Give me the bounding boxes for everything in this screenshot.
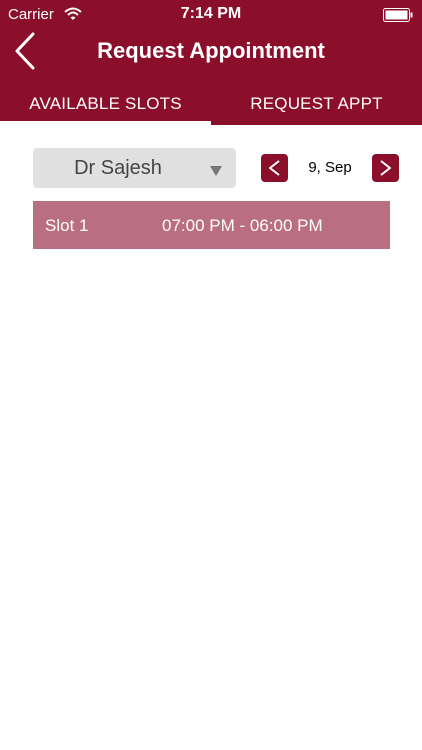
slot-row[interactable]: Slot 1 07:00 PM - 06:00 PM — [33, 201, 390, 249]
status-time: 7:14 PM — [180, 5, 242, 22]
header: Carrier 7:14 PM Request Appointment AVAI… — [0, 0, 422, 125]
doctor-dropdown[interactable]: Dr Sajesh — [33, 148, 236, 188]
next-date-button[interactable] — [372, 154, 399, 182]
battery-icon — [383, 8, 414, 22]
chevron-right-icon — [380, 160, 391, 176]
slot-name: Slot 1 — [45, 216, 89, 235]
doctor-select-value: Dr Sajesh — [74, 157, 162, 179]
dropdown-arrow-icon — [210, 163, 222, 176]
chevron-left-icon — [269, 160, 280, 176]
nav-bar: Request Appointment — [0, 30, 422, 74]
status-bar: Carrier 7:14 PM — [0, 0, 422, 30]
tab-bar: AVAILABLE SLOTS REQUEST APPT — [0, 88, 422, 125]
slot-time: 07:00 PM - 06:00 PM — [162, 216, 323, 235]
tab-available-slots[interactable]: AVAILABLE SLOTS — [0, 88, 211, 125]
tab-request-appt[interactable]: REQUEST APPT — [211, 88, 422, 125]
page-title: Request Appointment — [97, 38, 325, 63]
previous-date-button[interactable] — [261, 154, 288, 182]
selected-date: 9, Sep — [308, 159, 352, 176]
tab-selected-indicator — [0, 121, 211, 125]
